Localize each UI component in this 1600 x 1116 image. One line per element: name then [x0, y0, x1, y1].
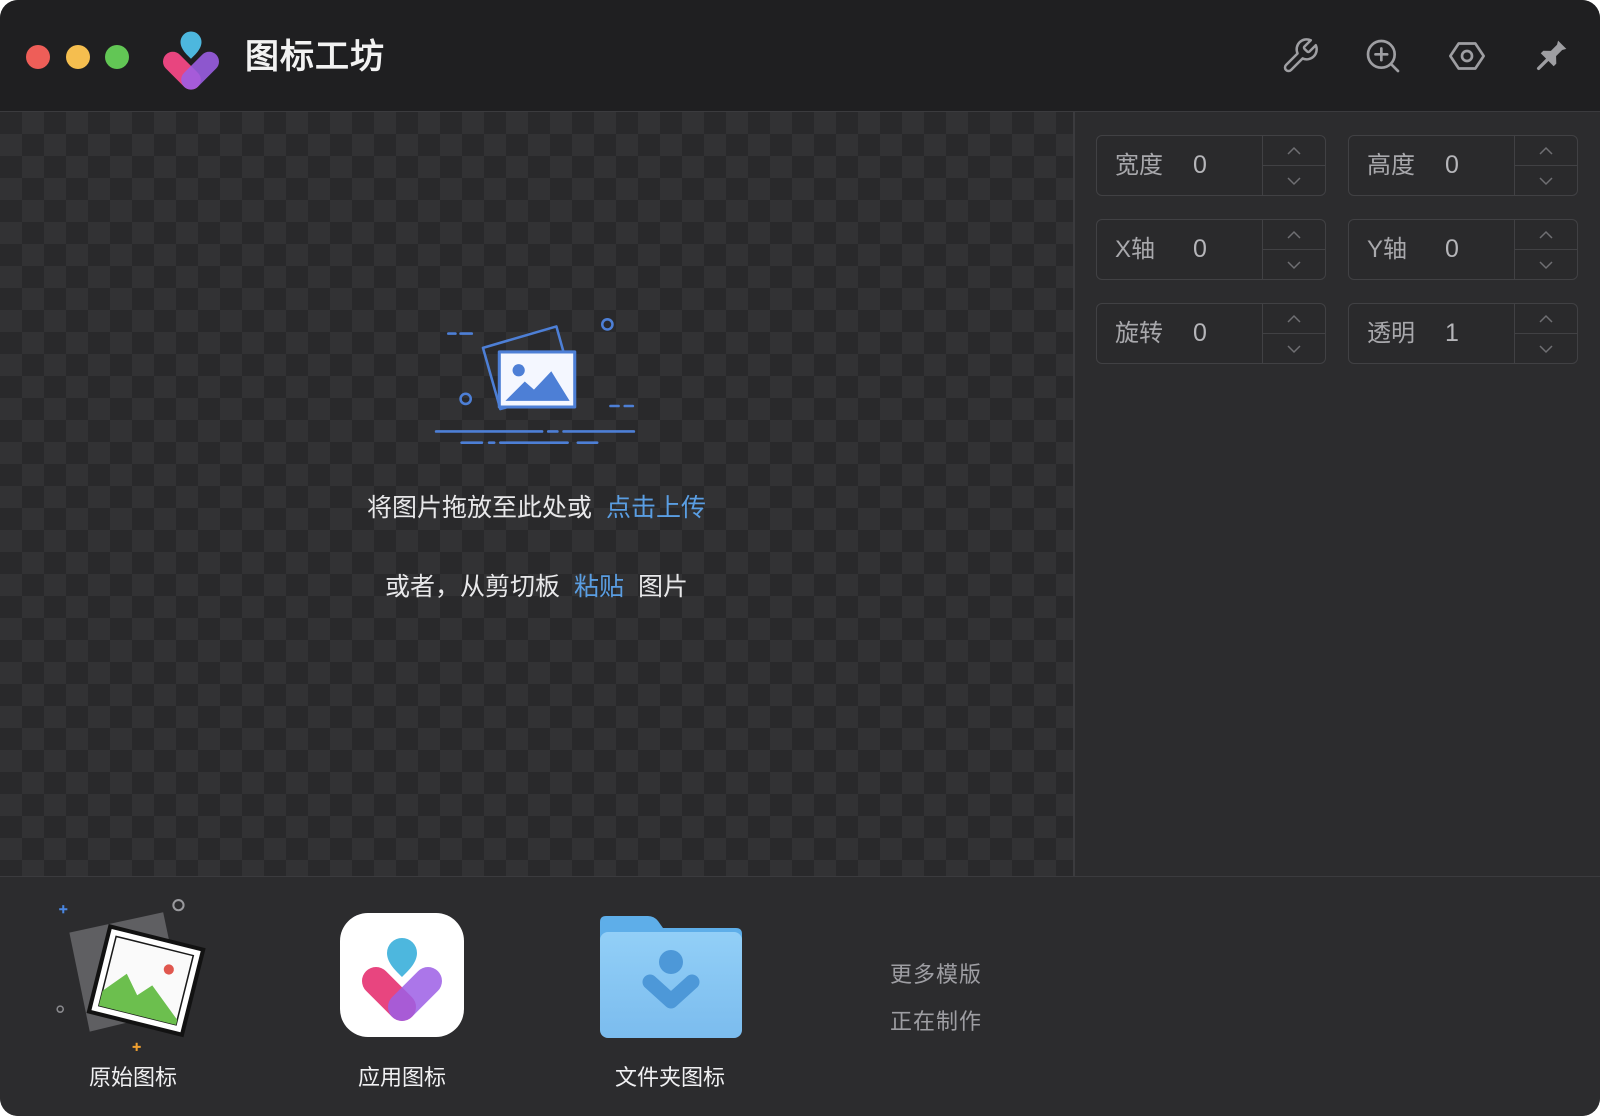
hexagon-settings-icon [1449, 42, 1485, 70]
image-drop-zone[interactable]: 将图片拖放至此处或 点击上传 或者，从剪切板 粘贴 图片 [0, 112, 1075, 876]
x-axis-field: X轴 [1096, 219, 1326, 280]
chevron-up-icon [1539, 146, 1553, 155]
x-axis-increment-button[interactable] [1263, 220, 1325, 250]
template-original-label: 原始图标 [88, 1065, 177, 1090]
x-axis-stepper [1262, 220, 1325, 279]
template-original[interactable]: 原始图标 [0, 877, 260, 1115]
app-logo-icon [362, 938, 442, 1021]
opacity-stepper [1514, 304, 1577, 363]
rotation-decrement-button[interactable] [1263, 334, 1325, 363]
app-title: 图标工坊 [245, 38, 385, 76]
chevron-down-icon [1539, 344, 1553, 353]
template-app-label: 应用图标 [357, 1065, 446, 1090]
opacity-decrement-button[interactable] [1515, 334, 1577, 363]
x-axis-decrement-button[interactable] [1263, 250, 1325, 279]
chevron-up-icon [1287, 230, 1301, 239]
y-axis-input[interactable] [1441, 232, 1511, 267]
height-increment-button[interactable] [1515, 136, 1577, 166]
y-axis-stepper [1514, 220, 1577, 279]
more-templates-text: 更多模版 [890, 962, 983, 987]
app-logo-icon [163, 31, 219, 90]
in-progress-text: 正在制作 [890, 1009, 983, 1034]
height-stepper [1514, 136, 1577, 195]
height-label: 高度 [1367, 152, 1415, 179]
chevron-down-icon [1287, 344, 1301, 353]
maximize-window-button[interactable] [105, 45, 129, 69]
y-axis-label: Y轴 [1367, 236, 1408, 263]
chevron-down-icon [1287, 176, 1301, 185]
settings-button[interactable] [1441, 30, 1493, 82]
pin-icon [1536, 40, 1567, 71]
y-axis-decrement-button[interactable] [1515, 250, 1577, 279]
drop-prompt: 将图片拖放至此处或 点击上传 [0, 492, 1073, 524]
original-image-icon [56, 899, 206, 1051]
width-field: 宽度 [1096, 135, 1326, 196]
opacity-label: 透明 [1367, 320, 1415, 347]
height-input[interactable] [1441, 148, 1511, 183]
rotation-increment-button[interactable] [1263, 304, 1325, 334]
paste-prompt: 或者，从剪切板 粘贴 图片 [0, 571, 1073, 603]
template-folder[interactable]: 文件夹图标 [544, 877, 796, 1115]
templates-bar: 原始图标 应用图标 文件夹图标 更多模版 正在制作 [0, 876, 1600, 1116]
wrench-icon [1283, 38, 1318, 73]
template-folder-label: 文件夹图标 [614, 1065, 725, 1090]
height-decrement-button[interactable] [1515, 166, 1577, 195]
chevron-down-icon [1539, 260, 1553, 269]
close-window-button[interactable] [26, 45, 50, 69]
width-stepper [1262, 136, 1325, 195]
tools-button[interactable] [1274, 30, 1326, 82]
paste-link[interactable]: 粘贴 [574, 573, 624, 601]
width-label: 宽度 [1115, 152, 1163, 179]
pin-window-button[interactable] [1525, 30, 1577, 82]
y-axis-increment-button[interactable] [1515, 220, 1577, 250]
rotation-stepper [1262, 304, 1325, 363]
image-placeholder-icon [434, 318, 636, 444]
app-window: 图标工坊 将图片拖放至此处或 点击上传 或者，从剪切板 粘贴 图片 宽度 0 高… [0, 0, 1600, 1116]
template-app[interactable]: 应用图标 [280, 877, 524, 1115]
drop-prompt-text: 将图片拖放至此处或 [366, 494, 592, 522]
app-icon [340, 913, 464, 1037]
chevron-down-icon [1539, 176, 1553, 185]
folder-icon [600, 916, 742, 1038]
chevron-down-icon [1287, 260, 1301, 269]
x-axis-input[interactable] [1189, 232, 1259, 267]
paste-prompt-prefix: 或者，从剪切板 [384, 573, 560, 601]
y-axis-field: Y轴 [1348, 219, 1578, 280]
chevron-up-icon [1287, 146, 1301, 155]
width-increment-button[interactable] [1263, 136, 1325, 166]
properties-panel: 宽度 高度 X轴 Y轴 [1075, 112, 1600, 876]
height-field: 高度 [1348, 135, 1578, 196]
rotation-label: 旋转 [1115, 320, 1163, 347]
opacity-input[interactable] [1441, 316, 1511, 351]
width-decrement-button[interactable] [1263, 166, 1325, 195]
zoom-in-button[interactable] [1357, 30, 1409, 82]
minimize-window-button[interactable] [66, 45, 90, 69]
x-axis-label: X轴 [1115, 236, 1156, 263]
opacity-field: 透明 [1348, 303, 1578, 364]
chevron-up-icon [1539, 314, 1553, 323]
rotation-input[interactable] [1189, 316, 1259, 351]
zoom-in-icon [1366, 39, 1400, 73]
upload-link[interactable]: 点击上传 [606, 494, 706, 522]
chevron-up-icon [1539, 230, 1553, 239]
opacity-increment-button[interactable] [1515, 304, 1577, 334]
rotation-field: 旋转 [1096, 303, 1326, 364]
chevron-up-icon [1287, 314, 1301, 323]
title-bar: 图标工坊 [0, 0, 1600, 112]
width-input[interactable] [1189, 148, 1259, 183]
paste-prompt-suffix: 图片 [638, 573, 689, 601]
